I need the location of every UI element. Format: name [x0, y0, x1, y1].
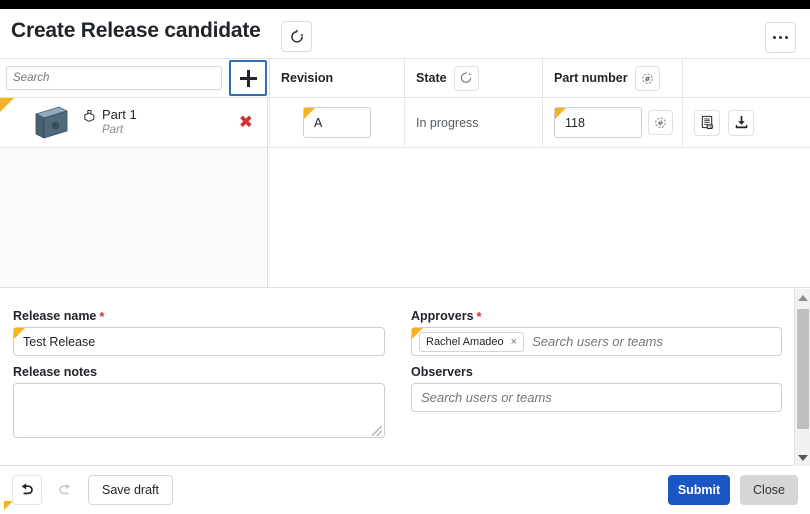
report-button[interactable]: ON: [694, 109, 720, 136]
dialog-header: Create Release candidate: [0, 9, 810, 58]
column-header-state[interactable]: State: [404, 59, 542, 97]
release-name-input[interactable]: Test Release: [13, 327, 385, 356]
form-column-left: Release name * Test Release Release note…: [13, 309, 385, 438]
save-draft-button[interactable]: Save draft: [88, 475, 173, 505]
state-rollback-button[interactable]: [453, 65, 479, 91]
window-titlebar: [0, 0, 810, 9]
approvers-label: Approvers *: [411, 309, 782, 323]
revision-input[interactable]: A: [303, 107, 371, 138]
page-title: Create Release candidate: [11, 19, 261, 42]
release-form: Release name * Test Release Release note…: [0, 289, 810, 466]
chevron-down-icon: [798, 454, 808, 461]
required-marker: *: [476, 308, 482, 324]
release-name-value: Test Release: [23, 334, 96, 349]
release-name-label: Release name *: [13, 309, 385, 323]
search-input[interactable]: [6, 66, 222, 90]
approvers-input[interactable]: Rachel Amadeo × Search users or teams: [411, 327, 782, 356]
submit-button[interactable]: Submit: [668, 475, 730, 505]
download-icon: [735, 115, 747, 129]
part-text-block: Part 1 Part: [82, 106, 137, 137]
report-icon: ON: [701, 115, 713, 129]
part-thumbnail-icon: [34, 106, 69, 139]
release-notes-label: Release notes: [13, 365, 385, 379]
modified-flag-icon: [555, 108, 566, 119]
cell-state: In progress: [404, 98, 542, 147]
observers-label-text: Observers: [411, 365, 473, 379]
chip-remove-icon[interactable]: ×: [511, 336, 517, 348]
table-row[interactable]: Part 1 Part ✖: [0, 98, 267, 148]
approver-chip[interactable]: Rachel Amadeo ×: [419, 331, 525, 352]
required-marker: *: [99, 308, 105, 324]
revision-value: A: [314, 115, 323, 130]
svg-text:#: #: [644, 74, 650, 83]
items-data-panel: A In progress 118 # ON: [268, 98, 810, 288]
part-number-icon: #: [655, 117, 666, 129]
items-list-panel: Part 1 Part ✖: [0, 98, 268, 288]
delete-x-icon[interactable]: ✖: [239, 114, 253, 131]
dialog-footer: Save draft Submit Close: [0, 466, 810, 514]
observers-placeholder: Search users or teams: [421, 390, 552, 405]
table-header: Revision State Part number #: [0, 58, 810, 98]
redo-arrow-icon: [59, 483, 71, 495]
part-number-generate-button[interactable]: #: [634, 65, 660, 91]
plus-icon: [239, 69, 257, 87]
release-notes-label-text: Release notes: [13, 365, 98, 379]
search-container: [0, 59, 228, 97]
part-number-value: 118: [565, 115, 585, 130]
column-header-state-label: State: [416, 71, 447, 85]
column-header-part-number-label: Part number: [554, 71, 628, 85]
column-header-actions: [682, 59, 810, 97]
undo-button[interactable]: [12, 475, 42, 505]
add-item-button[interactable]: [229, 60, 267, 96]
column-header-part-number[interactable]: Part number #: [542, 59, 682, 97]
modified-flag-icon: [14, 328, 25, 339]
more-options-icon: [773, 36, 788, 39]
download-button[interactable]: [728, 109, 754, 136]
form-scrollbar[interactable]: [794, 289, 810, 466]
observers-input[interactable]: Search users or teams: [411, 383, 782, 412]
part-glyph-icon: [82, 109, 97, 128]
modified-flag-icon: [412, 328, 423, 339]
observers-label: Observers: [411, 365, 782, 379]
create-release-candidate-dialog: Create Release candidate Revision State: [0, 0, 810, 514]
table-row-data: A In progress 118 # ON: [268, 98, 810, 148]
part-type-label: Part: [102, 123, 124, 136]
part-name-label: Part 1: [102, 106, 137, 122]
cell-actions: ON: [682, 98, 810, 147]
column-header-revision-label: Revision: [281, 71, 334, 85]
column-header-revision[interactable]: Revision: [269, 59, 404, 97]
approver-chip-label: Rachel Amadeo: [426, 335, 504, 348]
svg-text:ON: ON: [707, 125, 713, 129]
cell-revision: A: [269, 98, 404, 147]
release-notes-textarea[interactable]: [13, 383, 385, 438]
close-button[interactable]: Close: [740, 475, 798, 505]
svg-text:#: #: [658, 119, 664, 128]
resize-grip-icon[interactable]: [372, 426, 382, 436]
release-name-label-text: Release name: [13, 309, 97, 323]
modified-flag-icon: [4, 501, 13, 510]
scroll-down-button[interactable]: [795, 449, 810, 466]
approvers-label-text: Approvers: [411, 309, 474, 323]
part-number-input[interactable]: 118: [554, 107, 642, 138]
approvers-placeholder: Search users or teams: [532, 334, 663, 349]
undo-arrow-icon: [21, 483, 33, 495]
part-number-icon: #: [641, 72, 653, 84]
modified-flag-icon: [304, 108, 315, 119]
form-column-right: Approvers * Rachel Amadeo × Search users…: [411, 309, 782, 412]
state-rollback-icon: [460, 71, 472, 83]
redo-button[interactable]: [50, 475, 80, 505]
cell-part-number: 118 #: [542, 98, 682, 147]
part-number-generate-button[interactable]: #: [648, 110, 673, 135]
modified-flag-icon: [0, 98, 14, 112]
scrollbar-thumb[interactable]: [797, 309, 809, 429]
scroll-up-button[interactable]: [795, 289, 810, 306]
part-thumbnail: [28, 103, 74, 143]
refresh-button[interactable]: [281, 21, 312, 52]
refresh-revert-icon: [290, 29, 303, 43]
chevron-up-icon: [798, 294, 808, 301]
state-value: In progress: [416, 115, 479, 130]
more-options-button[interactable]: [765, 22, 796, 53]
